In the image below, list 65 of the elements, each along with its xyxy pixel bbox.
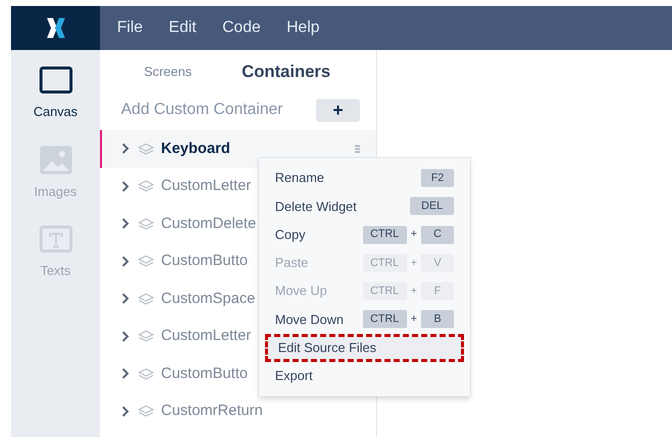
- layers-icon: [138, 255, 154, 268]
- layers-icon: [138, 405, 154, 418]
- menu-option[interactable]: Delete Widget DEL: [265, 192, 464, 220]
- screen-icon: [38, 66, 72, 94]
- layers-icon: [138, 292, 154, 305]
- layers-icon: [138, 142, 154, 155]
- shortcut-key: CTRL: [362, 254, 407, 272]
- menu-option-label: Paste: [275, 254, 308, 272]
- tree-label: CustomDelete: [161, 214, 256, 234]
- menu-option-label: Move Up: [275, 282, 328, 300]
- text-icon: [38, 225, 72, 253]
- add-container-button[interactable]: +: [316, 98, 360, 122]
- menu-option-label: Delete Widget: [275, 198, 357, 216]
- chevron-icon[interactable]: [122, 368, 129, 380]
- shortcut-key: DEL: [410, 197, 454, 216]
- chevron-icon[interactable]: [122, 218, 129, 230]
- plus-sign: +: [410, 284, 417, 299]
- add-container-label: Add Custom Container: [121, 100, 283, 120]
- menu-option-label: Rename: [275, 169, 324, 188]
- tree-label: CustomrReturn: [161, 401, 263, 421]
- panel-tab[interactable]: Screens: [144, 62, 192, 82]
- tree-label: CustomLetter: [161, 326, 252, 346]
- tree-label: CustomSpace: [161, 288, 256, 308]
- tree-row[interactable]: CustomrReturn: [100, 392, 376, 430]
- plus-sign: +: [410, 227, 417, 242]
- menu-item[interactable]: Code: [222, 16, 261, 40]
- menu-item[interactable]: Help: [286, 16, 320, 40]
- panel-tab[interactable]: Containers: [242, 59, 330, 85]
- tree-label: CustomButto: [161, 364, 248, 384]
- chevron-icon[interactable]: [122, 143, 129, 154]
- rail-tab[interactable]: Canvas: [20, 66, 90, 122]
- shortcut-key: F2: [421, 169, 454, 188]
- layers-icon: [138, 218, 154, 230]
- menu-option-label: Move Down: [275, 310, 344, 329]
- shortcut-key: B: [421, 310, 454, 328]
- menu-option[interactable]: Edit Source Files: [265, 334, 464, 362]
- shortcut-key: CTRL: [362, 226, 407, 244]
- menu-option-label: Export: [275, 367, 313, 386]
- tree-label: CustomButto: [161, 251, 248, 271]
- image-icon: [40, 146, 72, 174]
- shortcut-key: CTRL: [362, 282, 407, 300]
- logo-icon: [46, 17, 66, 39]
- layers-icon: [138, 368, 154, 380]
- menu-option-label: Edit Source Files: [278, 338, 376, 357]
- menu-option-label: Copy: [275, 226, 306, 244]
- shortcut-key: V: [421, 254, 454, 272]
- layers-icon: [138, 330, 154, 342]
- layers-icon: [138, 180, 154, 192]
- chevron-icon[interactable]: [122, 256, 129, 267]
- shortcut-key: CTRL: [362, 310, 407, 328]
- chevron-icon[interactable]: [122, 330, 129, 342]
- shortcut-key: F: [421, 282, 454, 300]
- tree-label: CustomLetter: [161, 176, 252, 196]
- menu-option[interactable]: Move Down CTRL + B: [265, 305, 464, 334]
- menu-option[interactable]: Export: [265, 362, 464, 390]
- chevron-icon[interactable]: [122, 406, 129, 417]
- shortcut-key: C: [421, 226, 454, 244]
- plus-sign: +: [410, 256, 417, 271]
- plus-sign: +: [410, 312, 417, 328]
- menu-item[interactable]: Edit: [168, 16, 196, 40]
- menu-item[interactable]: File: [117, 16, 143, 40]
- chevron-icon[interactable]: [122, 180, 129, 192]
- tree-label: Keyboard: [161, 138, 230, 158]
- chevron-icon[interactable]: [122, 293, 129, 304]
- menu-option[interactable]: Copy CTRL + C: [265, 220, 464, 249]
